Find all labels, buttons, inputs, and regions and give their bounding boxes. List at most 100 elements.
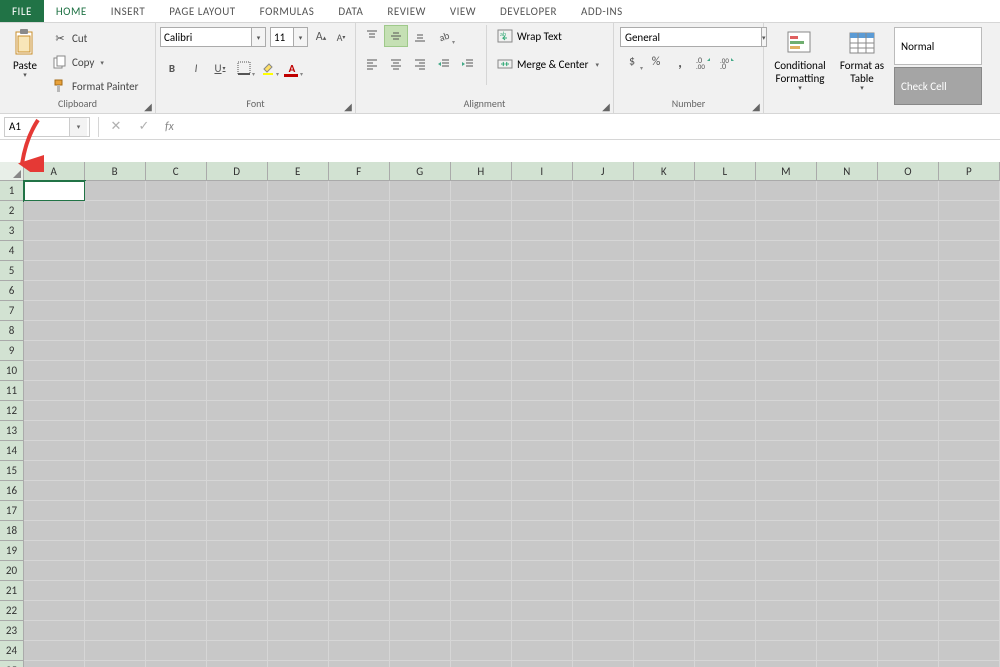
column-header-I[interactable]: I (512, 162, 573, 181)
cell-B11[interactable] (85, 381, 146, 401)
cell-K18[interactable] (634, 521, 695, 541)
cell-G21[interactable] (390, 581, 451, 601)
cell-C17[interactable] (146, 501, 207, 521)
cell-H8[interactable] (451, 321, 512, 341)
cell-B25[interactable] (85, 661, 146, 667)
name-box-dropdown-icon[interactable]: ▾ (69, 118, 87, 136)
cell-F24[interactable] (329, 641, 390, 661)
cell-O17[interactable] (878, 501, 939, 521)
cell-L8[interactable] (695, 321, 756, 341)
cell-P22[interactable] (939, 601, 1000, 621)
cell-A13[interactable] (24, 421, 85, 441)
cell-L4[interactable] (695, 241, 756, 261)
cell-N1[interactable] (817, 181, 878, 201)
cell-K1[interactable] (634, 181, 695, 201)
cell-L6[interactable] (695, 281, 756, 301)
enter-formula-button[interactable]: ✓ (133, 117, 155, 137)
tab-page-layout[interactable]: PAGE LAYOUT (157, 0, 247, 22)
cell-C20[interactable] (146, 561, 207, 581)
cell-D12[interactable] (207, 401, 268, 421)
cell-K22[interactable] (634, 601, 695, 621)
cell-D2[interactable] (207, 201, 268, 221)
cell-A9[interactable] (24, 341, 85, 361)
increase-font-button[interactable]: A▴ (312, 27, 330, 47)
cell-I17[interactable] (512, 501, 573, 521)
cell-E24[interactable] (268, 641, 329, 661)
cell-A18[interactable] (24, 521, 85, 541)
column-header-M[interactable]: M (756, 162, 817, 181)
cell-I3[interactable] (512, 221, 573, 241)
cell-J2[interactable] (573, 201, 634, 221)
cell-B4[interactable] (85, 241, 146, 261)
cell-L18[interactable] (695, 521, 756, 541)
cell-A25[interactable] (24, 661, 85, 667)
cell-P16[interactable] (939, 481, 1000, 501)
row-header-23[interactable]: 23 (0, 621, 24, 641)
cell-D17[interactable] (207, 501, 268, 521)
cell-I7[interactable] (512, 301, 573, 321)
underline-button[interactable]: U▾ (208, 57, 232, 79)
cell-I12[interactable] (512, 401, 573, 421)
cell-F12[interactable] (329, 401, 390, 421)
cell-J4[interactable] (573, 241, 634, 261)
cell-B21[interactable] (85, 581, 146, 601)
cell-F21[interactable] (329, 581, 390, 601)
cell-L20[interactable] (695, 561, 756, 581)
cell-D21[interactable] (207, 581, 268, 601)
cell-K12[interactable] (634, 401, 695, 421)
column-header-E[interactable]: E (268, 162, 329, 181)
cell-K3[interactable] (634, 221, 695, 241)
cell-G13[interactable] (390, 421, 451, 441)
cell-K6[interactable] (634, 281, 695, 301)
copy-button[interactable]: Copy ▾ (48, 51, 142, 73)
cell-H14[interactable] (451, 441, 512, 461)
cell-O3[interactable] (878, 221, 939, 241)
cell-C21[interactable] (146, 581, 207, 601)
cell-C2[interactable] (146, 201, 207, 221)
cell-O8[interactable] (878, 321, 939, 341)
cell-B10[interactable] (85, 361, 146, 381)
cell-I25[interactable] (512, 661, 573, 667)
cell-O25[interactable] (878, 661, 939, 667)
row-header-12[interactable]: 12 (0, 401, 24, 421)
cell-O7[interactable] (878, 301, 939, 321)
italic-button[interactable]: I (184, 57, 208, 79)
cell-D14[interactable] (207, 441, 268, 461)
cell-L9[interactable] (695, 341, 756, 361)
cell-F20[interactable] (329, 561, 390, 581)
cell-P21[interactable] (939, 581, 1000, 601)
column-header-B[interactable]: B (85, 162, 146, 181)
cell-L11[interactable] (695, 381, 756, 401)
cell-A6[interactable] (24, 281, 85, 301)
cell-M4[interactable] (756, 241, 817, 261)
cell-G22[interactable] (390, 601, 451, 621)
column-header-L[interactable]: L (695, 162, 756, 181)
cell-K24[interactable] (634, 641, 695, 661)
cell-G23[interactable] (390, 621, 451, 641)
cell-F4[interactable] (329, 241, 390, 261)
cell-B14[interactable] (85, 441, 146, 461)
fill-color-button[interactable] (256, 57, 280, 79)
column-header-O[interactable]: O (878, 162, 939, 181)
cell-A20[interactable] (24, 561, 85, 581)
cell-A24[interactable] (24, 641, 85, 661)
cell-M13[interactable] (756, 421, 817, 441)
tab-review[interactable]: REVIEW (375, 0, 438, 22)
cell-M16[interactable] (756, 481, 817, 501)
format-as-table-button[interactable]: Format as Table ▾ (834, 25, 890, 92)
cell-D1[interactable] (207, 181, 268, 201)
cell-E15[interactable] (268, 461, 329, 481)
cell-H7[interactable] (451, 301, 512, 321)
column-header-P[interactable]: P (939, 162, 1000, 181)
cell-H23[interactable] (451, 621, 512, 641)
column-header-J[interactable]: J (573, 162, 634, 181)
align-right-button[interactable] (408, 53, 432, 75)
cell-M23[interactable] (756, 621, 817, 641)
cell-J18[interactable] (573, 521, 634, 541)
cell-P15[interactable] (939, 461, 1000, 481)
cell-G15[interactable] (390, 461, 451, 481)
cell-N16[interactable] (817, 481, 878, 501)
cell-N10[interactable] (817, 361, 878, 381)
cell-E7[interactable] (268, 301, 329, 321)
cell-D8[interactable] (207, 321, 268, 341)
